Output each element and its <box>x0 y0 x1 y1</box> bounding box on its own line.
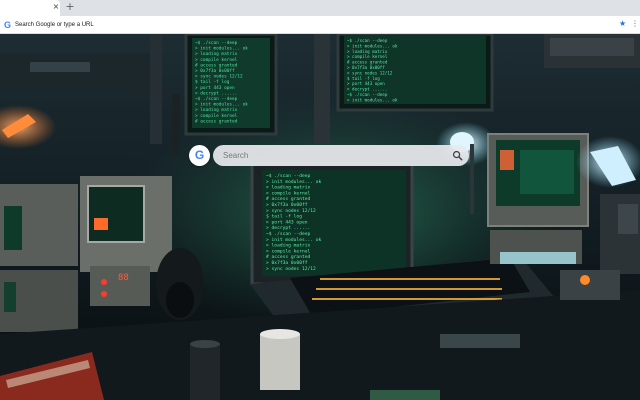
top-monitor-center: ~$ ./scan --deep> init modules... ok> lo… <box>336 34 494 112</box>
terminal-line: > init modules... ok <box>195 102 248 108</box>
terminal-line: > 0x7f3a 0x00ff <box>347 65 385 70</box>
terminal-line: > loading matrix <box>347 49 388 54</box>
terminal-line: > compile kernel <box>195 57 238 63</box>
terminal-line: # access granted <box>266 254 310 260</box>
tab-new-tab[interactable]: × <box>0 0 60 16</box>
terminal-line: ~$ ./scan --deep <box>266 173 310 179</box>
terminal-line: > sync nodes 12/12 <box>266 266 316 272</box>
terminal-line: > loading matrix <box>266 185 310 191</box>
right-crt-monitor <box>487 133 589 264</box>
google-g-icon: G <box>4 20 12 30</box>
terminal-line: > compile kernel <box>347 54 388 59</box>
terminal-line: > port 443 open <box>195 85 235 91</box>
terminal-line: # access granted <box>195 62 238 68</box>
terminal-line: # access granted <box>347 60 388 65</box>
terminal-line: > sync nodes 12/12 <box>195 74 243 80</box>
tab-strip: × + <box>0 0 640 16</box>
background-wallpaper: ~$ ./scan --deep > init modules... ok > lo… <box>0 34 640 400</box>
terminal-line: > compile kernel <box>266 190 310 196</box>
tab-close-icon[interactable]: × <box>51 2 61 12</box>
search-icon[interactable] <box>452 150 463 161</box>
terminal-line: $ tail -f log <box>195 79 230 85</box>
terminal-line: > init modules... ok <box>266 237 322 243</box>
menu-icon[interactable]: ⋮ <box>631 19 639 29</box>
terminal-line: > init modules... ok <box>266 179 322 185</box>
terminal-line: > port 443 open <box>347 81 385 86</box>
terminal-line: > 0x7f3a 0x00ff <box>266 260 308 266</box>
terminal-line: > port 443 open <box>266 219 308 225</box>
terminal-line: > sync nodes 12/12 <box>266 208 316 214</box>
terminal-line: > init modules... ok <box>347 43 398 48</box>
terminal-line: $ tail -f log <box>347 76 380 81</box>
terminal-line: ~$ ./scan --deep <box>195 96 238 102</box>
terminal-line: > compile kernel <box>266 248 310 254</box>
terminal-line: > 0x7f3a 0x00ff <box>266 202 308 208</box>
terminal-line: # access granted <box>195 118 238 124</box>
clock-readout: 88 <box>118 273 129 283</box>
terminal-line: ~$ ./scan --deep <box>195 40 238 46</box>
terminal-line: # access granted <box>266 196 310 202</box>
terminal-line: $ tail -f log <box>266 214 302 220</box>
terminal-line: > init modules... ok <box>195 46 248 52</box>
terminal-line: > loading matrix <box>195 51 238 57</box>
terminal-line: ~$ ./scan --deep <box>266 231 310 237</box>
top-monitor-left: ~$ ./scan --deep> init modules... ok> lo… <box>184 34 278 136</box>
terminal-line: > loading matrix <box>195 107 238 113</box>
search-box[interactable]: Search <box>213 145 469 166</box>
search-input[interactable]: Search <box>223 145 248 166</box>
terminal-line: > 0x7f3a 0x00ff <box>195 68 235 74</box>
new-tab-button[interactable]: + <box>64 1 76 13</box>
terminal-line: > init modules... ok <box>347 97 398 102</box>
google-logo-icon[interactable]: G <box>189 145 210 166</box>
terminal-line: > decrypt ...... <box>266 225 310 231</box>
terminal-line: > sync nodes 12/12 <box>347 70 393 75</box>
hacker-desk-illustration: ~$ ./scan --deep> init modules... ok> lo… <box>0 34 640 400</box>
terminal-line: ~$ ./scan --deep <box>347 38 388 43</box>
terminal-line: > compile kernel <box>195 113 238 119</box>
bookmark-star-icon[interactable]: ★ <box>619 19 626 29</box>
terminal-line: > loading matrix <box>266 243 310 249</box>
toolbar: G Search Google or type a URL ★ ⋮ <box>0 16 640 34</box>
omnibox-input[interactable]: Search Google or type a URL <box>15 20 94 30</box>
terminal-line: ~$ ./scan --deep <box>347 92 388 97</box>
terminal-line: > decrypt ...... <box>195 90 237 96</box>
terminal-line: > decrypt ...... <box>347 87 387 92</box>
